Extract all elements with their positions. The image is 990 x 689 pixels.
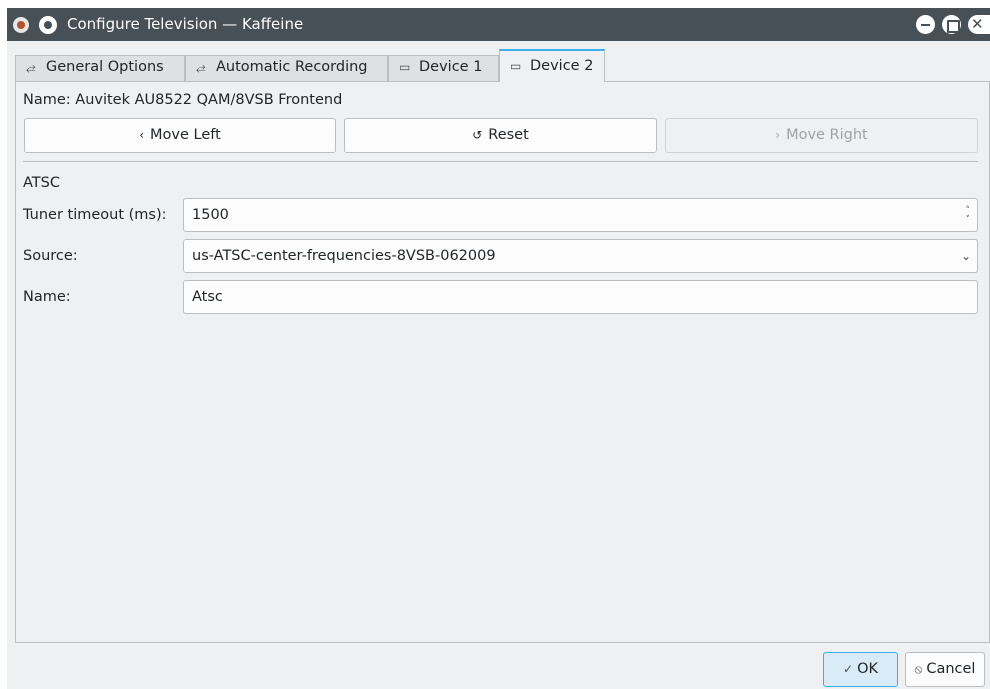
source-label: Source: [23, 248, 78, 264]
sliders-icon: ⥄ [196, 60, 206, 74]
tab-label: Device 1 [419, 59, 483, 75]
minimize-icon[interactable] [916, 15, 935, 34]
tab-device-2[interactable]: ▭ Device 2 [499, 49, 605, 82]
device-name-label: Name: Auvitek AU8522 QAM/8VSB Frontend [23, 92, 343, 108]
check-icon: ✓ [843, 662, 854, 676]
chevron-down-icon: ⌄ [960, 249, 971, 263]
name-label: Name: [23, 289, 71, 305]
window-menu-icon[interactable] [39, 16, 57, 34]
move-left-button[interactable]: ‹ Move Left [24, 118, 336, 153]
tuner-timeout-spinbox[interactable]: 1500 ˄ ˅ [183, 198, 978, 232]
monitor-icon: ▭ [399, 60, 411, 74]
ok-button[interactable]: ✓ OK [823, 652, 898, 687]
tab-label: Automatic Recording [216, 59, 368, 75]
spin-down-icon[interactable]: ˅ [966, 216, 971, 225]
monitor-icon: ▭ [510, 59, 522, 73]
separator [23, 161, 978, 162]
maximize-icon[interactable] [942, 15, 961, 34]
tab-general-options[interactable]: ⥄ General Options [15, 55, 185, 81]
sliders-icon: ⥄ [26, 60, 36, 74]
tab-label: Device 2 [530, 58, 594, 74]
tab-device-1[interactable]: ▭ Device 1 [388, 55, 499, 81]
close-icon[interactable]: ✕ [968, 15, 990, 34]
chevron-right-icon: › [775, 128, 781, 142]
dialog-window: Configure Television — Kaffeine ✕ ⥄ Gener… [7, 8, 990, 689]
titlebar[interactable]: Configure Television — Kaffeine ✕ [7, 8, 990, 41]
window-title: Configure Television — Kaffeine [67, 15, 304, 33]
tuner-timeout-label: Tuner timeout (ms): [23, 207, 167, 223]
atsc-section-label: ATSC [23, 175, 60, 191]
move-right-button[interactable]: › Move Right [665, 118, 978, 153]
name-input[interactable]: Atsc [183, 280, 978, 314]
tab-label: General Options [46, 59, 164, 75]
tab-panel [15, 81, 990, 643]
source-dropdown[interactable]: us-ATSC-center-frequencies-8VSB-062009 ⌄ [183, 239, 978, 273]
chevron-left-icon: ‹ [139, 128, 145, 142]
reset-button[interactable]: ↺ Reset [344, 118, 657, 153]
reset-icon: ↺ [472, 128, 483, 142]
kaffeine-app-icon [13, 17, 29, 33]
cancel-icon: ⦸ [914, 662, 923, 676]
cancel-button[interactable]: ⦸ Cancel [905, 652, 985, 687]
tab-automatic-recording[interactable]: ⥄ Automatic Recording [185, 55, 388, 81]
